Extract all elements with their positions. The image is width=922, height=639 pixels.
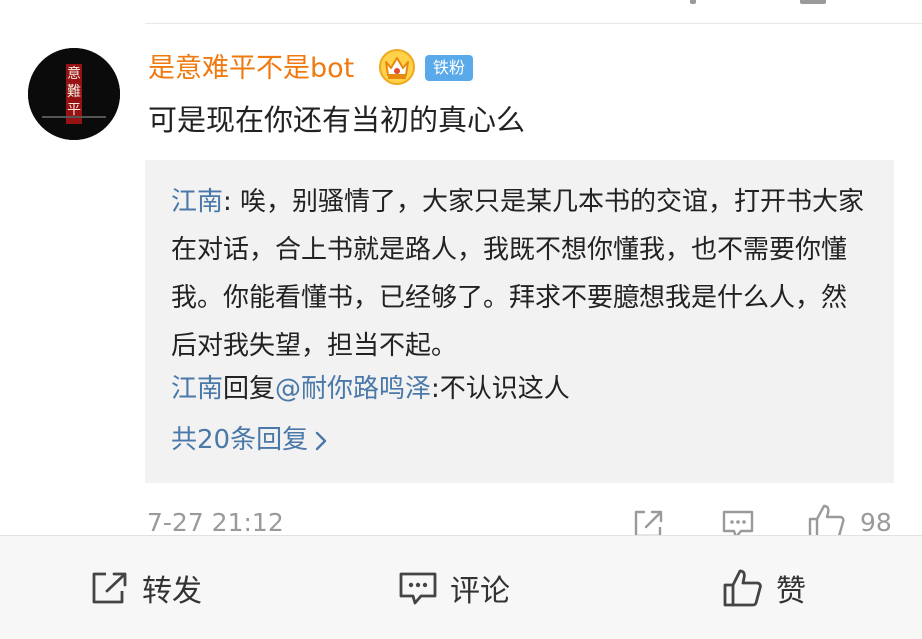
comment-text: 可是现在你还有当初的真心么 [148,103,526,137]
reply-text: :不认识这人 [431,374,570,404]
reply-author-link[interactable]: 江南 [171,187,223,217]
previous-item-icon-stub [800,0,826,4]
fan-badge[interactable]: 铁粉 [425,55,474,81]
like-button[interactable]: 赞 [722,536,806,639]
reply-author-link[interactable]: 江南 [171,374,223,404]
reply-separator: : [223,187,241,217]
divider [145,23,922,24]
forward-button[interactable]: 转发 [90,536,202,639]
like-label: 赞 [776,574,806,609]
chevron-right-icon [315,431,327,450]
crown-icon[interactable] [377,48,417,86]
thumbs-up-icon [723,569,762,607]
svg-text:意難平: 意難平 [67,65,81,118]
avatar-glyph: 難 [67,84,81,100]
username[interactable]: 是意难平不是bot [148,52,354,86]
comment-button[interactable]: 评论 [398,536,510,639]
avatar-glyph: 意 [67,65,81,82]
comment-icon [399,572,437,605]
second-reply: 江南回复@耐你路鸣泽:不认识这人 [171,365,570,413]
avatar[interactable]: 意難平 [28,48,120,140]
avatar-glyph: 平 [67,102,81,118]
share-icon [92,572,127,604]
more-replies-link[interactable]: 共20条回复 [171,416,328,464]
reply-verb: 回复 [223,374,276,404]
reply-box[interactable]: 江南: 唉，别骚情了，大家只是某几本书的交谊，打开书大家在对话，合上书就是路人，… [145,160,894,483]
forward-label: 转发 [142,574,202,609]
more-replies-label: 共20条回复 [171,425,309,455]
avatar-image: 意難平 [28,48,120,140]
mention-link[interactable]: @耐你路鸣泽 [275,374,431,404]
comment-label: 评论 [450,574,510,609]
first-reply: 江南: 唉，别骚情了，大家只是某几本书的交谊，打开书大家在对话，合上书就是路人，… [171,178,871,370]
previous-item-icon-stub [690,0,696,4]
bottom-action-bar: 转发 评论 赞 [0,535,922,639]
reply-text: 唉，别骚情了，大家只是某几本书的交谊，打开书大家在对话，合上书就是路人，我既不想… [171,187,865,361]
comment-detail-page: 意難平 是意难平不是bot 铁粉 可是现在你还有当初的真心么 江南: 唉，别骚情… [0,0,922,639]
